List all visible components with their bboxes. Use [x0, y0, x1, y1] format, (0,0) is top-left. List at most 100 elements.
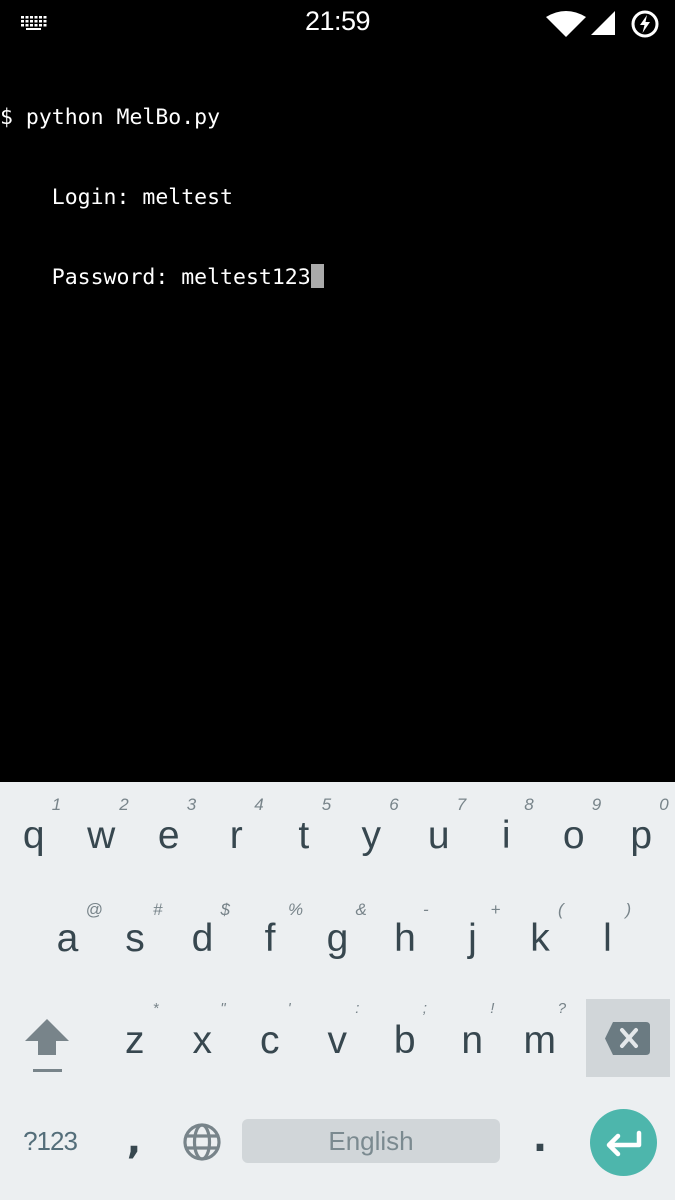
key-label: t	[298, 814, 310, 857]
key-m[interactable]: m?	[506, 985, 574, 1085]
key-q[interactable]: q1	[0, 782, 68, 882]
backspace-icon	[605, 1022, 650, 1055]
key-label: k	[530, 917, 550, 960]
terminal-line: $ python MelBo.py	[0, 105, 221, 130]
key-hint: '	[287, 1000, 291, 1017]
key-o[interactable]: o9	[540, 782, 608, 882]
key-label: n	[461, 1019, 484, 1062]
key-label: b	[393, 1019, 416, 1062]
key-label: j	[468, 917, 477, 960]
key-label: r	[229, 814, 243, 857]
key-k[interactable]: k(	[506, 885, 574, 985]
key-label: i	[501, 814, 511, 857]
comma-key[interactable]: ,	[100, 1102, 168, 1182]
terminal-line-text: Password: meltest123	[0, 265, 311, 290]
key-v[interactable]: v:	[304, 985, 372, 1085]
key-hint: 3	[186, 795, 197, 814]
key-label: h	[394, 917, 416, 960]
key-hint: -	[423, 900, 429, 919]
terminal-cursor	[310, 264, 324, 288]
key-label: z	[125, 1019, 145, 1062]
key-hint: %	[288, 900, 304, 919]
key-label: v	[327, 1019, 348, 1062]
key-b[interactable]: b;	[371, 985, 439, 1085]
key-s[interactable]: s #	[101, 885, 169, 985]
key-t[interactable]: t5	[270, 782, 338, 882]
language-switch-key[interactable]	[168, 1102, 236, 1182]
battery-charging-icon	[631, 10, 659, 38]
key-label: m	[523, 1019, 557, 1062]
key-label: y	[361, 814, 382, 857]
key-hint: @	[85, 900, 103, 919]
key-w[interactable]: w2	[68, 782, 136, 882]
key-hint: *	[152, 1000, 159, 1017]
key-hint: "	[220, 1000, 226, 1017]
key-label: u	[427, 814, 450, 857]
key-e[interactable]: e3	[135, 782, 203, 882]
key-hint: 5	[321, 795, 332, 814]
cell-signal-icon	[591, 11, 615, 35]
key-label: c	[260, 1019, 280, 1062]
soft-keyboard: q1w2e3r4t5y6u7i8o9p0 a @ s # d $ f% g & h - j + k(l) …	[0, 782, 675, 1200]
key-hint: ?	[557, 1000, 567, 1017]
key-p[interactable]: p0	[608, 782, 675, 882]
key-hint: :	[355, 1000, 360, 1017]
key-label: d	[191, 917, 214, 960]
key-hint: 6	[389, 795, 399, 814]
key-hint: (	[558, 900, 564, 919]
key-x[interactable]: x "	[169, 985, 237, 1085]
status-bar: 21:59	[0, 0, 675, 46]
key-l[interactable]: l)	[574, 885, 642, 985]
shift-key[interactable]	[0, 998, 94, 1098]
key-n[interactable]: n!	[439, 985, 507, 1085]
key-c[interactable]: c '	[236, 985, 304, 1085]
key-label: f	[264, 917, 276, 960]
key-i[interactable]: i8	[473, 782, 541, 882]
enter-icon	[606, 1130, 642, 1157]
key-hint: 8	[524, 795, 534, 814]
space-key[interactable]: English	[242, 1119, 500, 1163]
backspace-key[interactable]	[586, 999, 670, 1077]
key-label: s	[125, 917, 145, 960]
key-hint: $	[220, 900, 230, 919]
key-label: w	[87, 814, 116, 857]
key-hint: ;	[422, 1000, 427, 1017]
key-hint: &	[355, 900, 367, 919]
key-hint: #	[153, 900, 163, 919]
period-key-label: .	[532, 1116, 548, 1160]
key-h[interactable]: h-	[371, 885, 439, 985]
key-hint: 0	[659, 795, 669, 814]
key-label: g	[326, 917, 349, 960]
key-j[interactable]: j +	[439, 885, 507, 985]
terminal-line: Login: meltest	[0, 184, 233, 210]
key-hint: )	[625, 900, 632, 919]
period-key[interactable]: .	[506, 1102, 574, 1182]
key-y[interactable]: y6	[338, 782, 406, 882]
space-key-label: English	[328, 1126, 414, 1156]
shift-icon	[25, 1019, 69, 1072]
terminal-output[interactable]: $ python MelBo.py Login: meltest Passwor…	[0, 46, 675, 782]
key-label: a	[56, 917, 79, 960]
symbols-key[interactable]: ?123	[0, 1102, 100, 1182]
comma-key-label: ,	[126, 1118, 142, 1162]
key-g[interactable]: g &	[304, 885, 372, 985]
key-d[interactable]: d $	[169, 885, 237, 985]
key-r[interactable]: r4	[203, 782, 271, 882]
key-hint: 7	[456, 795, 467, 814]
key-a[interactable]: a @	[34, 885, 103, 985]
key-label: l	[603, 917, 612, 960]
terminal-line-current: Password: meltest123	[0, 264, 675, 291]
key-hint: +	[490, 900, 501, 919]
key-f[interactable]: f%	[236, 885, 304, 985]
globe-icon	[183, 1123, 221, 1161]
key-label: q	[22, 814, 45, 857]
wifi-icon	[546, 11, 586, 37]
key-label: e	[157, 814, 180, 857]
key-z[interactable]: z *	[101, 985, 169, 1085]
enter-key[interactable]	[590, 1109, 657, 1176]
key-hint: 4	[254, 795, 264, 814]
key-u[interactable]: u7	[405, 782, 473, 882]
key-hint: 9	[591, 795, 602, 814]
key-label: x	[192, 1019, 213, 1062]
key-hint: !	[490, 1000, 495, 1017]
